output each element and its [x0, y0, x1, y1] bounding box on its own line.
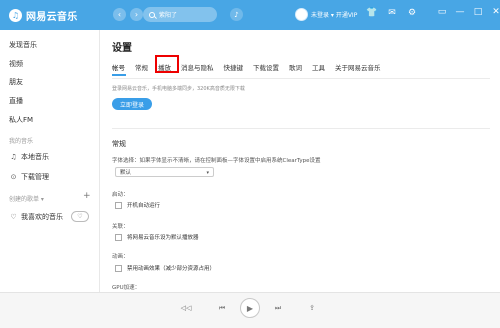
sidebar-item-friends[interactable]: 朋友	[9, 77, 23, 87]
tab-general[interactable]: 常规	[135, 62, 148, 72]
gpu-label: GPU加速：	[112, 285, 141, 291]
app-title: 网易云音乐	[26, 11, 78, 23]
section-divider	[112, 128, 490, 129]
shuffle-icon[interactable]: ◁◁	[180, 303, 192, 313]
search-value: 紫阳了	[159, 12, 178, 19]
top-icons: 👕 ✉ ⚙	[366, 8, 418, 18]
association-label: 关联：	[112, 224, 129, 230]
sidebar-item-discover[interactable]: 发现音乐	[9, 40, 37, 50]
mail-icon[interactable]: ✉	[386, 8, 398, 18]
login-button[interactable]: 立即登录	[112, 98, 152, 110]
title-bar: ♫ 网易云音乐 ‹ › 紫阳了 ♪ 未登录 ▾ 开通VIP 👕 ✉ ⚙ ▭ — …	[0, 0, 500, 30]
share-icon[interactable]: ⇪	[306, 303, 318, 313]
mini-mode-icon[interactable]: ▭	[437, 7, 447, 17]
sidebar-item-liked-music[interactable]: ♡ 我喜欢的音乐	[9, 212, 63, 222]
tab-lyrics[interactable]: 歌词	[289, 62, 302, 72]
active-tab-indicator	[112, 74, 126, 76]
playback-tab-highlight	[155, 55, 179, 73]
search-input[interactable]: 紫阳了	[143, 7, 217, 22]
avatar[interactable]	[295, 8, 308, 21]
search-icon	[149, 11, 155, 18]
download-icon: ⊙	[10, 173, 17, 181]
next-icon[interactable]: ⏭	[272, 303, 284, 313]
forward-button[interactable]: ›	[130, 8, 143, 21]
close-icon[interactable]: ✕	[491, 7, 500, 17]
created-playlists-heading[interactable]: 创建的歌单 ▾	[9, 194, 44, 203]
sidebar-item-label: 本地音乐	[21, 153, 49, 161]
animation-label: 动画：	[112, 254, 129, 260]
settings-tabs: 帐号 常规 播放 消息与隐私 快捷键 下载设置 歌词 工具 关于网易云音乐	[112, 62, 391, 72]
startup-checkbox[interactable]	[115, 201, 122, 209]
font-select[interactable]: 默认 ▾	[115, 167, 214, 177]
voice-search-icon[interactable]: ♪	[230, 8, 243, 21]
window-controls: ▭ — □ ✕	[437, 7, 500, 17]
sidebar: 发现音乐 视频 朋友 直播 私人FM 我的音乐 ♫ 本地音乐 ⊙ 下载管理 创建…	[0, 30, 100, 292]
tab-messages-privacy[interactable]: 消息与隐私	[181, 62, 214, 72]
font-label: 字体选择：如果字体显示不清晰，请在控制面板—字体设置中启用系统ClearType…	[112, 158, 321, 164]
sidebar-item-local-music[interactable]: ♫ 本地音乐	[9, 152, 49, 162]
minimize-icon[interactable]: —	[455, 7, 465, 17]
default-player-option[interactable]: 将网易云音乐设为默认播放器	[115, 233, 199, 241]
heart-icon: ♡	[10, 213, 17, 221]
music-note-icon: ♫	[10, 153, 17, 161]
login-hint: 登录网易云音乐，手机电脑多端同步，320K高音质无限下载	[112, 86, 245, 92]
section-title-general: 常规	[112, 140, 126, 148]
nav-arrows: ‹ ›	[113, 8, 143, 21]
startup-option-label: 开机自动运行	[127, 203, 161, 209]
tab-about[interactable]: 关于网易云音乐	[335, 62, 381, 72]
heart-mode-button[interactable]: ♡	[71, 211, 89, 222]
sidebar-item-label: 下载管理	[21, 173, 49, 181]
default-player-option-label: 将网易云音乐设为默认播放器	[127, 235, 199, 241]
maximize-icon[interactable]: □	[473, 7, 483, 17]
netease-logo-icon: ♫	[9, 8, 22, 22]
page-title: 设置	[112, 43, 132, 54]
chevron-down-icon: ▾	[206, 170, 209, 176]
startup-option[interactable]: 开机自动运行	[115, 201, 160, 209]
sidebar-item-downloads[interactable]: ⊙ 下载管理	[9, 172, 49, 182]
user-status[interactable]: 未登录 ▾ 开通VIP	[311, 10, 357, 19]
default-player-checkbox[interactable]	[115, 233, 122, 241]
disable-animation-checkbox[interactable]	[115, 264, 122, 272]
sidebar-item-label: 我喜欢的音乐	[21, 213, 63, 221]
settings-icon[interactable]: ⚙	[406, 8, 418, 18]
app-logo[interactable]: ♫ 网易云音乐	[9, 8, 78, 23]
previous-icon[interactable]: ⏮	[216, 303, 228, 313]
sidebar-item-live[interactable]: 直播	[9, 96, 23, 106]
font-select-value: 默认	[120, 170, 132, 176]
tab-account[interactable]: 帐号	[112, 62, 125, 72]
play-button[interactable]: ▶	[240, 298, 260, 318]
tab-download-settings[interactable]: 下载设置	[253, 62, 279, 72]
disable-animation-option-label: 禁用动画效果（减少部分资源占用）	[127, 266, 216, 272]
my-music-heading: 我的音乐	[9, 138, 34, 145]
back-button[interactable]: ‹	[113, 8, 126, 21]
tab-shortcuts[interactable]: 快捷键	[224, 62, 244, 72]
add-playlist-icon[interactable]: +	[83, 191, 91, 201]
sidebar-item-fm[interactable]: 私人FM	[9, 115, 33, 125]
sidebar-item-video[interactable]: 视频	[9, 59, 23, 69]
tab-tools[interactable]: 工具	[312, 62, 325, 72]
startup-label: 启动：	[112, 192, 129, 198]
tab-divider	[112, 78, 490, 79]
shirt-icon[interactable]: 👕	[366, 8, 378, 18]
disable-animation-option[interactable]: 禁用动画效果（减少部分资源占用）	[115, 264, 215, 272]
player-bar: ◁◁ ⏮ ▶ ⏭ ⇪	[0, 292, 500, 328]
